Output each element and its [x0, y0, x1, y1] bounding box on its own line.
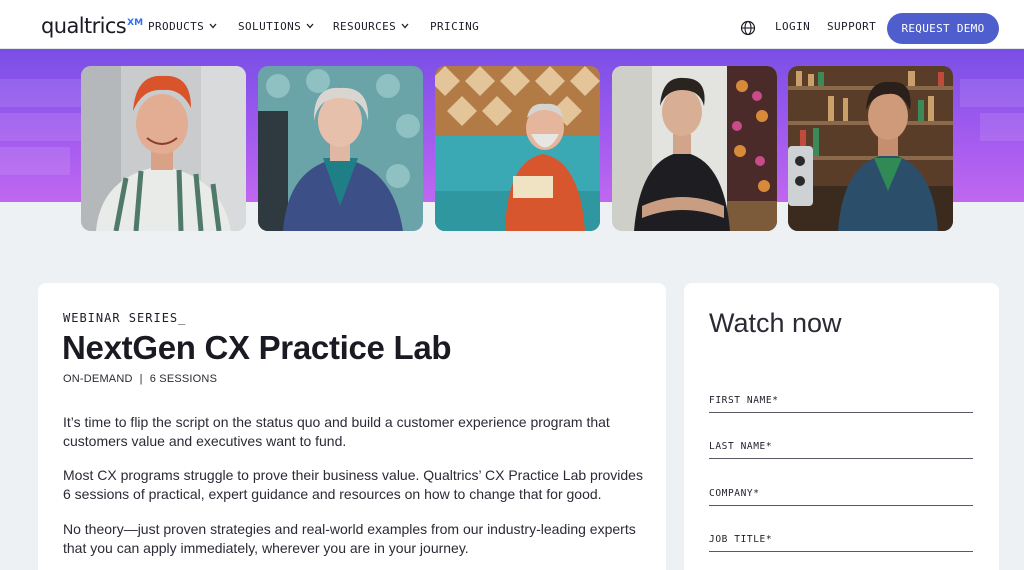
nav-solutions-label: SOLUTIONS — [238, 20, 302, 33]
logo-mark: XM — [127, 18, 144, 28]
intro-paragraph-3: No theory—just proven strategies and rea… — [63, 521, 636, 556]
meta-sessions: 6 SESSIONS — [149, 373, 218, 385]
top-nav: qualtricsXM PRODUCTS SOLUTIONS RESOURCES… — [0, 0, 1024, 49]
intro-paragraph-1: It’s time to flip the script on the stat… — [63, 414, 610, 449]
last-name-field[interactable]: LAST NAME* — [709, 435, 973, 459]
globe-icon[interactable] — [740, 20, 756, 36]
nav-resources[interactable]: RESOURCES — [333, 20, 409, 33]
hero-photo-2 — [258, 66, 423, 231]
hero-stripe — [0, 113, 90, 141]
webinar-meta: ON-DEMAND | 6 SESSIONS — [63, 373, 217, 385]
hero-photo-1 — [81, 66, 246, 231]
registration-form-card: Watch now FIRST NAME* LAST NAME* COMPANY… — [684, 283, 999, 570]
hero-photo-5 — [788, 66, 953, 231]
nav-pricing-label: PRICING — [430, 20, 480, 33]
job-title-label: JOB TITLE* — [709, 534, 773, 545]
logo-text: qualtrics — [41, 14, 127, 38]
eyebrow-label: WEBINAR SERIES_ — [63, 311, 187, 325]
nav-resources-label: RESOURCES — [333, 20, 397, 33]
nav-solutions[interactable]: SOLUTIONS — [238, 20, 314, 33]
nav-products[interactable]: PRODUCTS — [148, 20, 217, 33]
meta-on-demand: ON-DEMAND — [63, 373, 133, 385]
last-name-label: LAST NAME* — [709, 441, 773, 452]
hero-stripe — [0, 147, 70, 175]
login-link[interactable]: LOGIN — [775, 20, 810, 33]
nav-pricing[interactable]: PRICING — [430, 20, 479, 33]
page-title: NextGen CX Practice Lab — [62, 329, 452, 366]
company-field[interactable]: COMPANY* — [709, 482, 973, 506]
meta-separator: | — [139, 373, 143, 385]
support-link[interactable]: SUPPORT — [827, 20, 876, 33]
intro-paragraph-2: Most CX programs struggle to prove their… — [63, 467, 643, 502]
form-heading: Watch now — [709, 308, 842, 338]
qualtrics-logo[interactable]: qualtricsXM — [41, 14, 143, 38]
chevron-down-icon — [401, 19, 409, 32]
chevron-down-icon — [306, 19, 314, 32]
chevron-down-icon — [209, 19, 217, 32]
nav-products-label: PRODUCTS — [148, 20, 205, 33]
hero-photo-3 — [435, 66, 600, 231]
request-demo-button[interactable]: REQUEST DEMO — [887, 13, 999, 44]
job-title-field[interactable]: JOB TITLE* — [709, 528, 973, 552]
hero-stripe — [980, 113, 1024, 141]
webinar-info-card: WEBINAR SERIES_ NextGen CX Practice Lab … — [38, 283, 666, 570]
first-name-field[interactable]: FIRST NAME* — [709, 389, 973, 413]
hero-photo-4 — [612, 66, 777, 231]
company-label: COMPANY* — [709, 488, 760, 499]
hero-stripe — [960, 79, 1024, 107]
first-name-label: FIRST NAME* — [709, 395, 779, 406]
